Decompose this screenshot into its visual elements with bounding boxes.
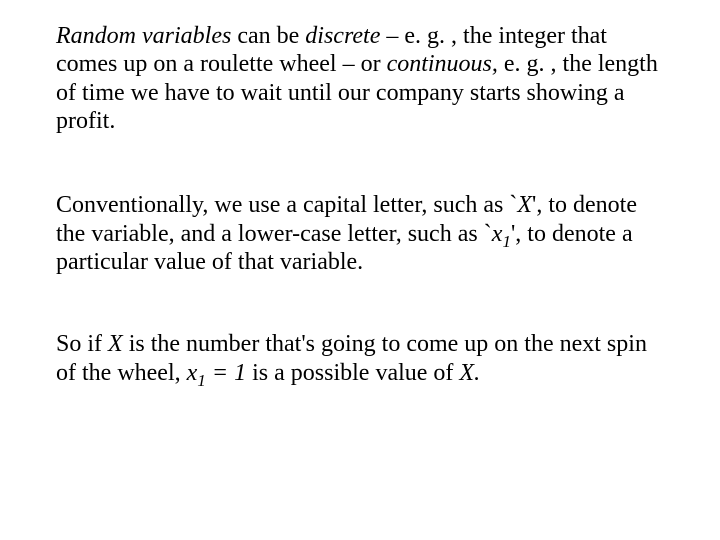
- var-X: X: [108, 331, 123, 357]
- var-X: X.: [459, 360, 480, 386]
- text: Conventionally, we use a capital letter,…: [56, 192, 517, 218]
- text-equals-1: = 1: [206, 360, 246, 386]
- paragraph-1: Random variables can be discrete – e. g.…: [56, 22, 664, 135]
- spacer: [56, 135, 664, 191]
- slide-body: Random variables can be discrete – e. g.…: [0, 0, 720, 540]
- subscript-1: 1: [197, 370, 206, 389]
- var-x: x: [187, 360, 198, 386]
- text: So if: [56, 331, 108, 357]
- text: can be: [231, 23, 305, 49]
- text: is a possible value of: [246, 360, 459, 386]
- text-random-variables: Random variables: [56, 23, 231, 49]
- subscript-1: 1: [502, 231, 511, 250]
- paragraph-3: So if X is the number that's going to co…: [56, 330, 664, 387]
- spacer: [56, 276, 664, 330]
- var-X: X: [517, 192, 532, 218]
- paragraph-2: Conventionally, we use a capital letter,…: [56, 191, 664, 276]
- text-continuous: continuous,: [387, 51, 498, 77]
- var-x: x: [492, 221, 503, 247]
- text-discrete: discrete: [305, 23, 380, 49]
